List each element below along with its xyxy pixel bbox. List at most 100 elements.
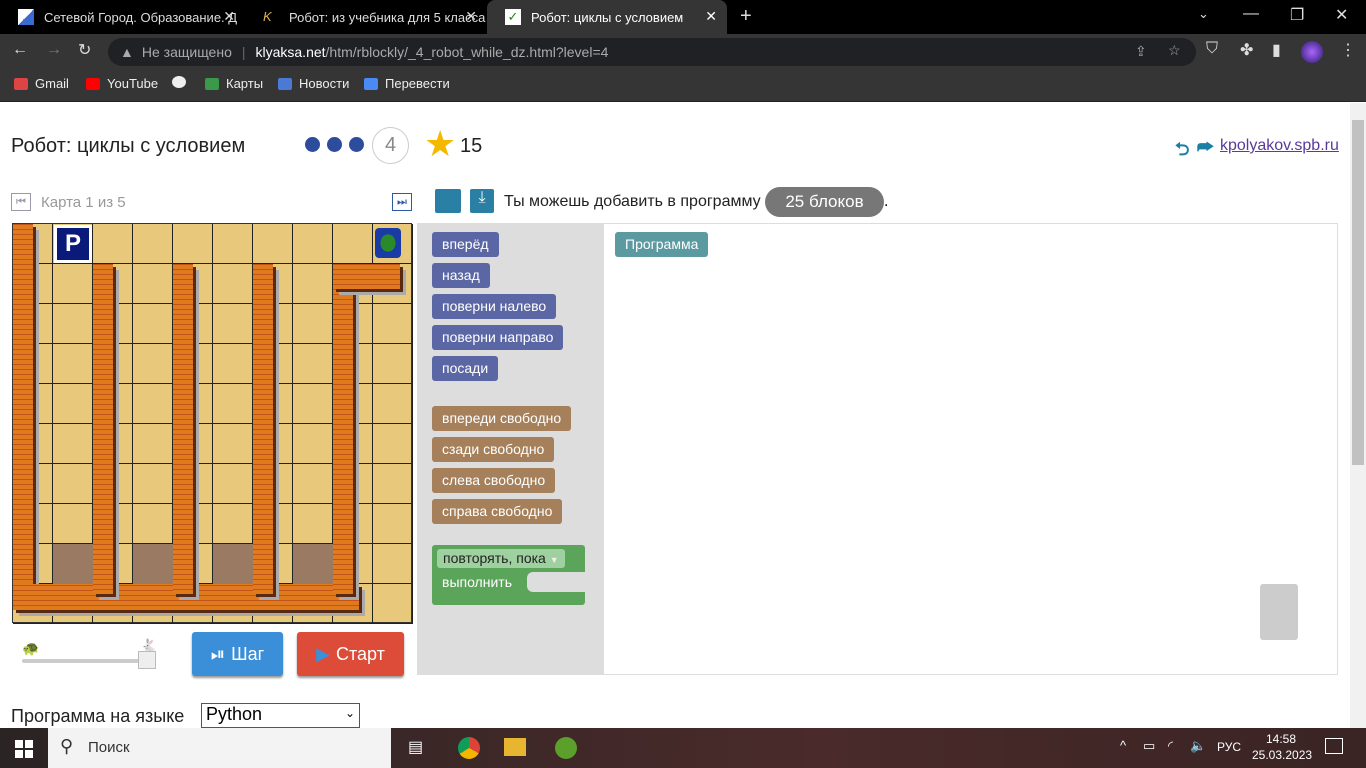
block-right-free[interactable]: справа свободно (432, 499, 563, 524)
reload-icon[interactable]: ↻ (78, 40, 91, 60)
k-favicon-icon: K (263, 9, 272, 24)
step-button[interactable]: ⏯ Шаг (192, 632, 283, 676)
level-dot-done[interactable] (349, 137, 364, 152)
show-hidden-icons[interactable]: ^ (1120, 738, 1126, 753)
program-block[interactable]: Программа (615, 232, 709, 257)
scrollbar-thumb[interactable] (1352, 120, 1364, 465)
bookmark-star-icon[interactable]: ☆ (1168, 42, 1181, 59)
start-label: Старт (335, 643, 385, 664)
block-front-free[interactable]: впереди свободно (432, 406, 572, 431)
clock-date[interactable]: 25.03.2023 (1252, 748, 1312, 762)
bookmark-gmail[interactable]: Gmail (14, 76, 69, 91)
search-icon: ⚲ (60, 736, 74, 756)
bookmark-news[interactable]: Новости (278, 76, 349, 91)
restore-icon[interactable]: ❐ (1290, 5, 1304, 25)
map-cell (293, 264, 333, 304)
menu-icon[interactable]: ⋮ (1340, 40, 1356, 60)
tab-robot-textbook[interactable]: K Робот: из учебника для 5 класса ✕ (245, 0, 487, 34)
back-icon[interactable]: ← (12, 41, 28, 59)
minimize-icon[interactable]: — (1243, 5, 1259, 23)
bookmark-maps[interactable]: Карты (205, 76, 263, 91)
logout-icon[interactable]: ⮫ (1197, 137, 1214, 158)
address-bar[interactable]: ▲ Не защищено | klyaksa.net/htm/rblockly… (108, 38, 1196, 66)
map-cell (293, 344, 333, 384)
step-icon: ⏯ (210, 643, 226, 664)
wall (13, 224, 33, 609)
speed-slider[interactable] (22, 659, 152, 663)
tab-title: Сетевой Город. Образование. Д (44, 9, 238, 25)
globe-icon (172, 76, 186, 88)
new-tab-icon[interactable]: + (740, 5, 752, 28)
prev-map-button[interactable]: ⏮ (11, 193, 31, 211)
input-language[interactable]: РУС (1217, 740, 1241, 754)
tab-strip: Сетевой Город. Образование. Д ✕ K Робот: и… (0, 0, 1366, 34)
url-domain: klyaksa.net (255, 44, 326, 60)
map-cell (213, 424, 253, 464)
map-cell (93, 224, 133, 264)
trash-icon[interactable] (1260, 584, 1298, 640)
extensions-icon[interactable]: ✤ (1240, 40, 1253, 60)
block-turn-right[interactable]: поверни направо (432, 325, 564, 350)
maps-icon (205, 77, 219, 90)
blocks-message: Ты можешь добавить в программу (504, 193, 761, 210)
map-cell (133, 464, 173, 504)
language-select[interactable]: Python ⌄ (201, 703, 360, 728)
download-icon[interactable]: ⤓ (470, 189, 494, 213)
login-icon[interactable]: ⮌ (1175, 137, 1189, 167)
chrome-taskbar-icon[interactable] (458, 737, 480, 759)
bookmark-label: Gmail (35, 76, 69, 91)
windows-start-icon[interactable] (15, 740, 33, 758)
shield-extension-icon[interactable]: ⛉ (1206, 40, 1218, 58)
current-level[interactable]: 4 (372, 127, 409, 164)
block-plant[interactable]: посади (432, 356, 499, 381)
bookmark-globe[interactable] (172, 76, 193, 88)
loop-label: повторять, пока (443, 550, 546, 566)
map-cell (333, 224, 373, 264)
block-back-free[interactable]: сзади свободно (432, 437, 555, 462)
level-dot-done[interactable] (327, 137, 342, 152)
speed-slider-handle[interactable] (138, 651, 156, 669)
bookmark-translate[interactable]: Перевести (364, 76, 450, 91)
profile-avatar[interactable] (1301, 41, 1323, 63)
explorer-taskbar-icon[interactable] (504, 738, 526, 756)
close-tab-icon[interactable]: ✕ (223, 8, 235, 25)
tab-setevoy-gorod[interactable]: Сетевой Город. Образование. Д ✕ (0, 0, 245, 34)
next-map-button[interactable]: ⏭ (392, 193, 412, 211)
start-button[interactable]: ▶ Старт (297, 632, 404, 676)
close-tab-icon[interactable]: ✕ (465, 8, 477, 25)
wall (333, 264, 353, 594)
level-dot-done[interactable] (305, 137, 320, 152)
forward-icon[interactable]: → (46, 41, 62, 59)
map-cell (133, 384, 173, 424)
volume-icon[interactable]: 🔈 (1190, 738, 1206, 754)
block-while-loop[interactable]: повторять, пока ▼ выполнить (432, 545, 585, 605)
close-tab-icon[interactable]: ✕ (705, 8, 717, 25)
side-panel-icon[interactable]: ▮ (1272, 40, 1281, 60)
robot-icon (375, 228, 401, 258)
tab-search-icon[interactable]: ⌄ (1198, 6, 1209, 22)
parking-marker: P (54, 225, 92, 263)
close-window-icon[interactable]: ✕ (1335, 5, 1348, 25)
task-view-icon[interactable]: ▤ (408, 737, 423, 757)
bookmarks-bar: Gmail YouTube Карты Новости Перевести (0, 68, 1366, 102)
clock-time[interactable]: 14:58 (1266, 732, 1296, 746)
block-back[interactable]: назад (432, 263, 490, 288)
block-turn-left[interactable]: поверни налево (432, 294, 557, 319)
site-link[interactable]: kpolyakov.spb.ru (1220, 137, 1339, 155)
taskbar-search[interactable]: ⚲ Поиск (48, 728, 391, 768)
network-icon[interactable]: ◜ (1168, 738, 1173, 754)
bookmark-youtube[interactable]: YouTube (86, 76, 158, 91)
block-left-free[interactable]: слева свободно (432, 468, 556, 493)
tab-robot-while[interactable]: ✓ Робот: циклы с условием ✕ (487, 0, 727, 34)
battery-icon[interactable]: ▭ (1143, 738, 1155, 754)
block-forward[interactable]: вперёд (432, 232, 499, 257)
open-folder-icon[interactable] (435, 189, 461, 213)
map-cell (293, 304, 333, 344)
map-cell (133, 424, 173, 464)
notifications-icon[interactable] (1325, 738, 1343, 754)
share-icon[interactable]: ⇪ (1135, 43, 1147, 60)
map-cell (53, 344, 93, 384)
utorrent-taskbar-icon[interactable] (555, 737, 577, 759)
dropdown-arrow-icon[interactable]: ▼ (550, 555, 559, 565)
map-cell (213, 264, 253, 304)
